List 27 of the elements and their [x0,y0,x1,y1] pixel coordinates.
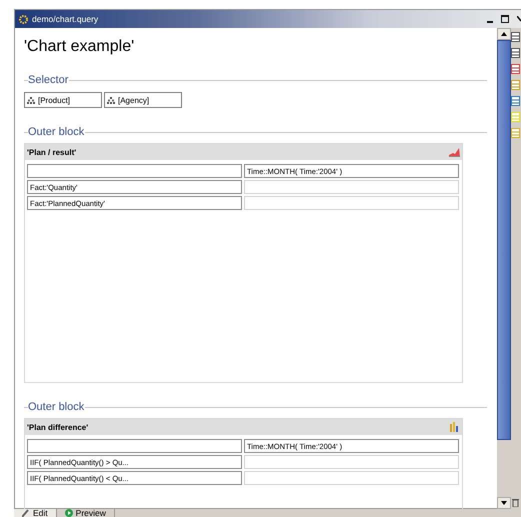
query-file-icon [19,14,28,24]
panel-title: 'Plan difference' [27,422,88,432]
trash-icon[interactable] [512,498,519,507]
bar-chart-icon[interactable] [449,422,460,432]
maximize-icon[interactable] [501,15,509,23]
window-title: demo/chart.query [32,14,98,24]
selector-button[interactable]: [Agency] [104,92,182,108]
scroll-down-icon[interactable] [501,501,507,505]
palette-tool-icon[interactable] [511,48,520,58]
selector-button[interactable]: [Product] [24,92,102,108]
section-legend: Outer block [28,126,84,138]
pencil-icon [22,509,30,517]
section-legend: Selector [28,74,68,86]
scrollbar-thumb[interactable] [497,40,511,440]
palette-tool-icon[interactable] [511,96,520,106]
palette-tool-icon[interactable] [511,64,520,74]
close-icon[interactable] [517,16,521,22]
hierarchy-icon [27,96,35,104]
editor-tab[interactable]: Edit [14,509,57,517]
panel-title: 'Plan / result' [27,148,76,156]
vertical-scrollbar[interactable] [497,28,511,509]
hierarchy-icon [107,96,115,104]
scroll-up-icon[interactable] [501,32,507,36]
area-chart-icon[interactable] [449,147,460,157]
palette-tool-icon[interactable] [511,32,520,42]
query-heading: 'Chart example' [24,38,136,56]
section-legend: Outer block [28,401,84,413]
